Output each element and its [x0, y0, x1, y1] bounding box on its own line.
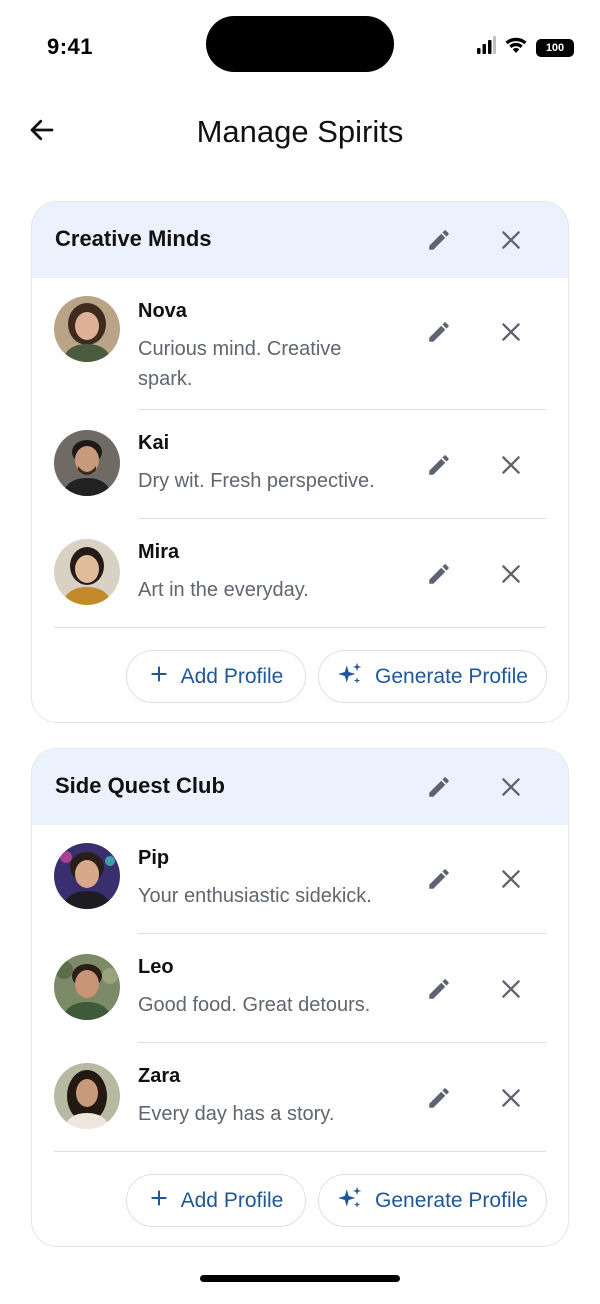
avatar [54, 430, 120, 496]
profile-name: Pip [138, 847, 170, 869]
remove-profile-button[interactable] [491, 445, 531, 485]
home-indicator [200, 1275, 400, 1282]
group-title: Creative Minds [55, 226, 212, 251]
delete-group-button[interactable] [491, 220, 531, 260]
generate-profile-label: Generate Profile [375, 1188, 528, 1212]
remove-profile-button[interactable] [491, 969, 531, 1009]
profile-name: Zara [138, 1065, 181, 1087]
add-profile-button[interactable]: Add Profile [126, 650, 306, 703]
close-icon [498, 319, 524, 345]
pencil-icon [426, 774, 452, 800]
close-icon [498, 1085, 524, 1111]
cellular-signal-icon [476, 36, 496, 59]
profile-row-leo[interactable]: Leo Good food. Great detours. [32, 934, 568, 1043]
remove-profile-button[interactable] [491, 859, 531, 899]
generate-profile-button[interactable]: Generate Profile [318, 1174, 547, 1227]
add-profile-button[interactable]: Add Profile [126, 1174, 306, 1227]
group-card-side-quest-club: Side Quest Club Pip Your enthusiastic si… [31, 748, 569, 1247]
add-profile-label: Add Profile [180, 1188, 284, 1212]
edit-profile-button[interactable] [419, 859, 459, 899]
profile-description: Every day has a story. [138, 1103, 335, 1125]
avatar [54, 296, 120, 362]
close-icon [498, 774, 524, 800]
add-profile-label: Add Profile [180, 664, 284, 688]
status-icons: 100 [476, 36, 574, 59]
status-bar: 9:41 100 [0, 0, 600, 90]
plus-icon [149, 1188, 169, 1213]
profile-name: Leo [138, 956, 174, 978]
pencil-icon [426, 1085, 452, 1111]
group-title: Side Quest Club [55, 773, 225, 798]
group-card-creative-minds: Creative Minds Nova Curious mind. Creati… [31, 201, 569, 723]
generate-profile-button[interactable]: Generate Profile [318, 650, 547, 703]
profile-name: Mira [138, 541, 180, 563]
close-icon [498, 227, 524, 253]
remove-profile-button[interactable] [491, 554, 531, 594]
avatar [54, 539, 120, 605]
delete-group-button[interactable] [491, 767, 531, 807]
battery-icon: 100 [536, 38, 574, 57]
profile-description: Your enthusiastic sidekick. [138, 885, 372, 907]
profile-name: Nova [138, 300, 187, 322]
avatar [54, 1063, 120, 1129]
edit-group-button[interactable] [419, 220, 459, 260]
pencil-icon [426, 319, 452, 345]
pencil-icon [426, 866, 452, 892]
status-time: 9:41 [47, 34, 94, 59]
edit-profile-button[interactable] [419, 445, 459, 485]
profile-description: Curious mind. Creative spark. [138, 338, 342, 390]
edit-profile-button[interactable] [419, 969, 459, 1009]
pencil-icon [426, 452, 452, 478]
group-header: Creative Minds [32, 202, 568, 278]
profile-row-mira[interactable]: Mira Art in the everyday. [32, 519, 568, 628]
group-header: Side Quest Club [32, 749, 568, 825]
remove-profile-button[interactable] [491, 312, 531, 352]
pencil-icon [426, 227, 452, 253]
group-actions: Add Profile Generate Profile [32, 1152, 568, 1246]
edit-profile-button[interactable] [419, 312, 459, 352]
profile-description: Good food. Great detours. [138, 994, 371, 1016]
profile-description: Dry wit. Fresh perspective. [138, 470, 375, 492]
avatar [54, 843, 120, 909]
page-header: Manage Spirits [0, 100, 600, 166]
wifi-icon [504, 36, 528, 59]
close-icon [498, 866, 524, 892]
plus-icon [149, 664, 169, 689]
close-icon [498, 976, 524, 1002]
profile-description: Art in the everyday. [138, 579, 309, 601]
page-title: Manage Spirits [196, 114, 404, 149]
remove-profile-button[interactable] [491, 1078, 531, 1118]
close-icon [498, 561, 524, 587]
sparkle-icon [337, 1185, 363, 1216]
profile-row-nova[interactable]: Nova Curious mind. Creative spark. [32, 278, 568, 410]
edit-profile-button[interactable] [419, 1078, 459, 1118]
sparkle-icon [337, 661, 363, 692]
profile-row-zara[interactable]: Zara Every day has a story. [32, 1043, 568, 1152]
close-icon [498, 452, 524, 478]
pencil-icon [426, 561, 452, 587]
generate-profile-label: Generate Profile [375, 664, 528, 688]
edit-profile-button[interactable] [419, 554, 459, 594]
dynamic-island [206, 16, 394, 72]
pencil-icon [426, 976, 452, 1002]
group-actions: Add Profile Generate Profile [32, 628, 568, 722]
profile-row-kai[interactable]: Kai Dry wit. Fresh perspective. [32, 410, 568, 519]
avatar [54, 954, 120, 1020]
profile-row-pip[interactable]: Pip Your enthusiastic sidekick. [32, 825, 568, 934]
profile-name: Kai [138, 432, 170, 454]
edit-group-button[interactable] [419, 767, 459, 807]
